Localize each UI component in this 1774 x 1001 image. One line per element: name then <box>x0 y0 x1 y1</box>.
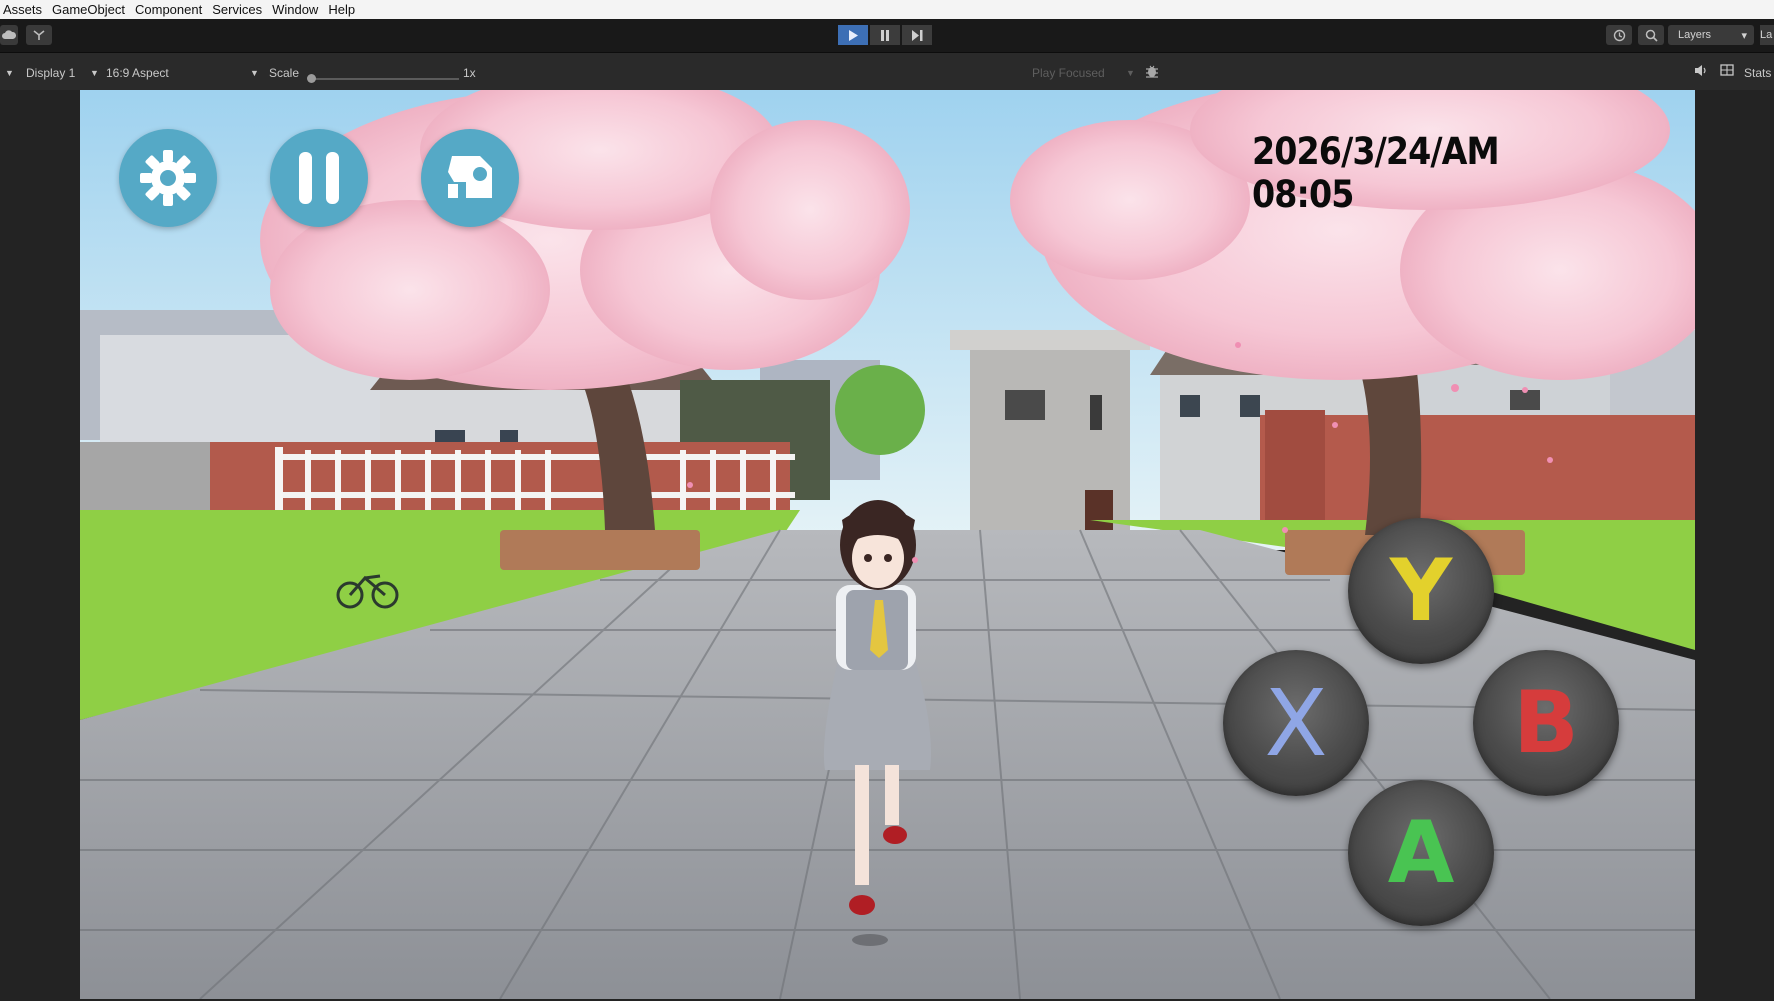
menu-window[interactable]: Window <box>269 0 325 19</box>
layers-label: Layers <box>1678 29 1712 41</box>
display-dropdown[interactable]: Display 1 <box>26 66 75 80</box>
y-button[interactable]: Y <box>1348 518 1494 664</box>
play-mode-dropdown[interactable]: Play Focused <box>1032 66 1105 80</box>
y-button-label: Y <box>1389 541 1453 641</box>
game-datetime: 2026/3/24/AM 08:05 <box>1252 130 1500 216</box>
pause-hud-button[interactable] <box>270 129 368 227</box>
camera-button[interactable] <box>421 129 519 227</box>
scale-slider-handle[interactable] <box>307 74 316 83</box>
camera-icon <box>448 156 492 198</box>
x-button-label: X <box>1264 669 1328 777</box>
scale-slider-track[interactable] <box>311 78 459 80</box>
scale-value: 1x <box>463 66 476 80</box>
b-button-label: B <box>1513 673 1579 773</box>
history-icon <box>1613 29 1625 41</box>
chevron-down-icon: ▼ <box>90 68 99 78</box>
b-button[interactable]: B <box>1473 650 1619 796</box>
gizmos-icon[interactable] <box>1720 64 1734 79</box>
chevron-down-icon: ▼ <box>250 68 259 78</box>
search-icon <box>1645 29 1658 42</box>
game-view-toolbar: ▼ Display 1 ▼ 16:9 Aspect ▼ Scale 1x Pla… <box>0 53 1774 90</box>
search-button[interactable] <box>1638 25 1664 45</box>
play-icon <box>849 29 858 41</box>
a-button-label: A <box>1387 803 1455 903</box>
pause-icon <box>299 152 339 204</box>
collab-button[interactable] <box>26 25 52 45</box>
main-toolbar: Layers ▾ La <box>0 19 1774 53</box>
chevron-down-icon: ▼ <box>1126 68 1135 78</box>
menu-component[interactable]: Component <box>132 0 209 19</box>
history-button[interactable] <box>1606 25 1632 45</box>
stats-button[interactable]: Stats <box>1744 66 1771 80</box>
menu-gameobject[interactable]: GameObject <box>49 0 132 19</box>
chevron-down-icon: ▾ <box>1741 29 1747 42</box>
layout-dropdown[interactable]: La <box>1760 25 1774 45</box>
game-viewport[interactable]: 2026/3/24/AM 08:05 Y X B A <box>80 90 1695 999</box>
a-button[interactable]: A <box>1348 780 1494 926</box>
x-button[interactable]: X <box>1223 650 1369 796</box>
gear-icon <box>140 150 196 206</box>
aspect-dropdown[interactable]: 16:9 Aspect <box>106 66 169 80</box>
bug-icon[interactable] <box>1145 63 1159 82</box>
scale-label: Scale <box>269 66 300 80</box>
speaker-icon[interactable] <box>1694 64 1708 80</box>
cloud-icon <box>2 30 16 39</box>
play-button[interactable] <box>838 25 868 45</box>
menu-assets[interactable]: Assets <box>0 0 49 19</box>
step-button[interactable] <box>902 25 932 45</box>
step-icon <box>912 29 923 41</box>
pause-button[interactable] <box>870 25 900 45</box>
play-controls <box>838 25 932 45</box>
menu-services[interactable]: Services <box>209 0 269 19</box>
layers-dropdown[interactable]: Layers ▾ <box>1668 25 1754 45</box>
settings-button[interactable] <box>119 129 217 227</box>
menu-bar: Assets GameObject Component Services Win… <box>0 0 1774 19</box>
view-menu-icon[interactable]: ▼ <box>5 68 14 78</box>
branch-icon <box>33 30 45 40</box>
cloud-button[interactable] <box>0 25 18 45</box>
menu-help[interactable]: Help <box>325 0 362 19</box>
pause-icon <box>881 29 889 41</box>
